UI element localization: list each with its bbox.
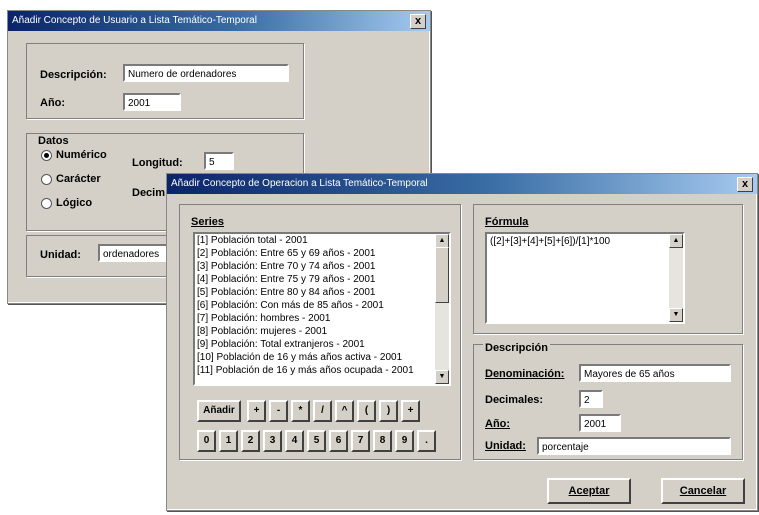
scroll-down-icon[interactable]: ▼ xyxy=(435,370,449,384)
digit-button[interactable]: 2 xyxy=(241,430,260,452)
decimales-label: Decimales: xyxy=(485,394,544,406)
front-dialog: Añadir Concepto de Operacion a Lista Tem… xyxy=(166,173,758,511)
series-list-item[interactable]: [8] Población: mujeres - 2001 xyxy=(195,325,435,338)
series-list-item[interactable]: [3] Población: Entre 70 y 74 años - 2001 xyxy=(195,260,435,273)
back-datos-label: Datos xyxy=(38,135,69,147)
scroll-up-icon[interactable]: ▲ xyxy=(669,234,683,248)
anio-field[interactable]: 2001 xyxy=(579,414,621,432)
series-list-item[interactable]: [2] Población: Entre 65 y 69 años - 2001 xyxy=(195,247,435,260)
operator-button[interactable]: * xyxy=(291,400,310,422)
digit-button[interactable]: . xyxy=(417,430,436,452)
front-close-icon[interactable]: x xyxy=(737,177,753,192)
operator-button[interactable]: ) xyxy=(379,400,398,422)
aceptar-button-label: Aceptar xyxy=(568,485,610,497)
series-label: Series xyxy=(191,216,225,228)
operator-button[interactable]: + xyxy=(247,400,266,422)
back-anio-label: Año: xyxy=(40,97,66,109)
operator-button[interactable]: ^ xyxy=(335,400,354,422)
formula-scrollbar[interactable]: ▲ ▼ xyxy=(669,234,683,322)
formula-text: ([2]+[3]+[4]+[5]+[6])/[1]*100 xyxy=(490,236,611,247)
series-list-item[interactable]: [1] Población total - 2001 xyxy=(195,234,435,247)
back-descripcion-label: Descripción: xyxy=(40,69,107,81)
scroll-down-icon[interactable]: ▼ xyxy=(669,308,683,322)
formula-label: Fórmula xyxy=(485,216,529,228)
series-list-item[interactable]: [5] Población: Entre 80 y 84 años - 2001 xyxy=(195,286,435,299)
operator-button[interactable]: - xyxy=(269,400,288,422)
back-radio-caracter-label: Carácter xyxy=(56,173,101,185)
aceptar-button[interactable]: Aceptar xyxy=(547,478,631,504)
operator-button[interactable]: + xyxy=(401,400,420,422)
back-unidad-label: Unidad: xyxy=(40,249,81,261)
descripcion-group-label: Descripción xyxy=(483,342,550,354)
radio-icon xyxy=(41,173,52,185)
back-longitud-field[interactable]: 5 xyxy=(204,152,234,170)
unidad-field[interactable]: porcentaje xyxy=(537,437,731,455)
operator-button[interactable]: ( xyxy=(357,400,376,422)
scroll-up-icon[interactable]: ▲ xyxy=(435,234,449,248)
back-longitud-label: Longitud: xyxy=(132,157,183,169)
add-series-button[interactable]: Añadir xyxy=(197,400,241,422)
back-radio-caracter[interactable]: Carácter xyxy=(41,173,101,185)
back-descripcion-field[interactable]: Numero de ordenadores xyxy=(123,64,289,82)
series-list-item[interactable]: [10] Población de 16 y más años activa -… xyxy=(195,351,435,364)
radio-icon xyxy=(41,197,52,209)
digits-row: 0123456789. xyxy=(197,430,457,452)
series-list: [1] Población total - 2001 [2] Población:… xyxy=(195,234,435,377)
denominacion-label: Denominación: xyxy=(485,368,565,380)
back-dialog-title: Añadir Concepto de Usuario a Lista Temát… xyxy=(12,15,257,26)
anio-label: Año: xyxy=(485,418,511,430)
digit-button[interactable]: 3 xyxy=(263,430,282,452)
front-dialog-titlebar: Añadir Concepto de Operacion a Lista Tem… xyxy=(167,174,757,194)
front-dialog-title: Añadir Concepto de Operacion a Lista Tem… xyxy=(171,178,428,189)
operator-button[interactable]: / xyxy=(313,400,332,422)
back-decimales-label: Decim xyxy=(132,187,166,199)
back-dialog-titlebar: Añadir Concepto de Usuario a Lista Temát… xyxy=(8,11,430,31)
digit-button[interactable]: 5 xyxy=(307,430,326,452)
unidad-label: Unidad: xyxy=(485,440,526,452)
series-listbox[interactable]: [1] Población total - 2001 [2] Población:… xyxy=(193,232,451,386)
digit-button[interactable]: 4 xyxy=(285,430,304,452)
back-anio-field[interactable]: 2001 xyxy=(123,93,181,111)
formula-textarea[interactable]: ([2]+[3]+[4]+[5]+[6])/[1]*100 ▲ ▼ xyxy=(485,232,685,324)
series-list-item[interactable]: [11] Población de 16 y más años ocupada … xyxy=(195,364,435,377)
digit-button[interactable]: 0 xyxy=(197,430,216,452)
series-scrollbar[interactable]: ▲ ▼ xyxy=(435,234,449,384)
series-list-item[interactable]: [9] Población: Total extranjeros - 2001 xyxy=(195,338,435,351)
series-list-item[interactable]: [7] Población: hombres - 2001 xyxy=(195,312,435,325)
decimales-field[interactable]: 2 xyxy=(579,390,603,408)
back-close-icon[interactable]: x xyxy=(410,14,426,29)
digit-button[interactable]: 1 xyxy=(219,430,238,452)
back-radio-numerico-label: Numérico xyxy=(56,149,107,161)
back-radio-logico-label: Lógico xyxy=(56,197,93,209)
digit-button[interactable]: 9 xyxy=(395,430,414,452)
digit-button[interactable]: 8 xyxy=(373,430,392,452)
cancelar-button[interactable]: Cancelar xyxy=(661,478,745,504)
series-list-item[interactable]: [4] Población: Entre 75 y 79 años - 2001 xyxy=(195,273,435,286)
back-radio-numerico[interactable]: Numérico xyxy=(41,149,107,161)
radio-selected-icon xyxy=(41,149,52,161)
digit-button[interactable]: 6 xyxy=(329,430,348,452)
denominacion-field[interactable]: Mayores de 65 años xyxy=(579,364,731,382)
cancelar-button-label: Cancelar xyxy=(679,485,727,497)
series-list-item[interactable]: [6] Población: Con más de 85 años - 2001 xyxy=(195,299,435,312)
back-radio-logico[interactable]: Lógico xyxy=(41,197,92,209)
scroll-thumb[interactable] xyxy=(435,247,449,303)
digit-button[interactable]: 7 xyxy=(351,430,370,452)
operators-row: Añadir + - * / ^() + xyxy=(197,400,457,422)
